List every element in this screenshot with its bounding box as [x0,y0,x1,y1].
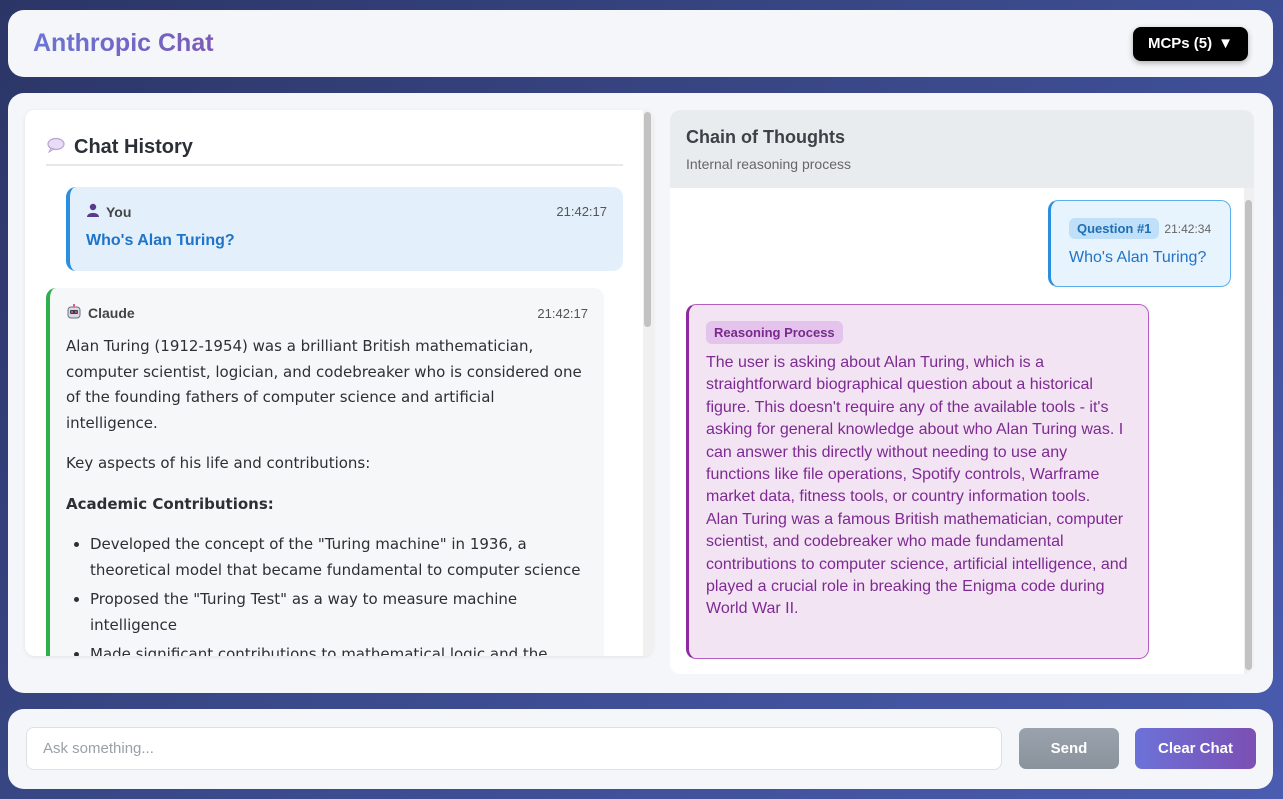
send-button[interactable]: Send [1019,728,1119,769]
question-text: Who's Alan Turing? [1069,249,1207,266]
chevron-down-icon: ▼ [1218,35,1233,52]
main-area: Chat History You 21:42:17 Who's Alan Tur… [8,93,1273,693]
user-message: You 21:42:17 Who's Alan Turing? [66,187,623,271]
message-sender: Claude [88,305,135,321]
message-paragraph: Key aspects of his life and contribution… [66,454,371,472]
list-item: Made significant contributions to mathem… [90,642,588,656]
app-title: Anthropic Chat [33,29,214,57]
reasoning-card: Reasoning Process The user is asking abo… [686,304,1149,659]
speech-bubble-icon [46,137,66,158]
scrollbar-thumb[interactable] [1245,200,1252,670]
reasoning-badge: Reasoning Process [706,321,843,344]
composer-bar: Send Clear Chat [8,709,1273,789]
chain-of-thoughts-header: Chain of Thoughts Internal reasoning pro… [670,110,1254,188]
bullet-list: Developed the concept of the "Turing mac… [90,532,588,656]
scrollbar-thumb[interactable] [644,112,651,327]
chain-of-thoughts-subtitle: Internal reasoning process [686,156,851,172]
mcp-button-label: MCPs (5) [1147,35,1213,52]
message-paragraph: Alan Turing (1912-1954) was a brilliant … [66,337,582,432]
question-card: Question #1 21:42:34 Who's Alan Turing? [1048,200,1231,287]
reasoning-paragraph: The user is asking about Alan Turing, wh… [706,354,1124,506]
list-item: Developed the concept of the "Turing mac… [90,532,588,583]
user-icon [86,203,100,220]
chain-of-thoughts-panel[interactable]: Chain of Thoughts Internal reasoning pro… [670,110,1254,674]
app-header: Anthropic Chat MCPs (5) ▼ [8,10,1273,77]
section-heading: Academic Contributions: [66,494,274,513]
chain-of-thoughts-title: Chain of Thoughts [686,127,845,147]
clear-chat-button[interactable]: Clear Chat [1135,728,1256,769]
chat-history-header: Chat History [46,130,623,166]
reasoning-text: The user is asking about Alan Turing, wh… [706,352,1132,621]
chat-history-panel[interactable]: Chat History You 21:42:17 Who's Alan Tur… [25,110,653,656]
question-time: 21:42:34 [1164,221,1212,236]
mcp-dropdown-button[interactable]: MCPs (5) ▼ [1132,26,1248,61]
reasoning-paragraph: Alan Turing was a famous British mathema… [706,510,1128,618]
message-body: Alan Turing (1912-1954) was a brilliant … [66,334,588,656]
chain-of-thoughts-scrollbar[interactable] [1244,188,1254,674]
message-sender: You [106,203,132,220]
chat-history-scrollbar[interactable] [643,110,653,656]
assistant-message: Claude 21:42:17 Alan Turing (1912-1954) … [46,288,604,656]
message-time: 21:42:17 [537,305,588,321]
chat-history-title: Chat History [74,135,193,158]
message-time: 21:42:17 [556,204,607,219]
message-input[interactable] [26,727,1002,770]
message-text: Who's Alan Turing? [86,232,235,249]
question-badge: Question #1 [1069,218,1160,239]
list-item: Proposed the "Turing Test" as a way to m… [90,587,588,638]
robot-icon [66,304,82,322]
